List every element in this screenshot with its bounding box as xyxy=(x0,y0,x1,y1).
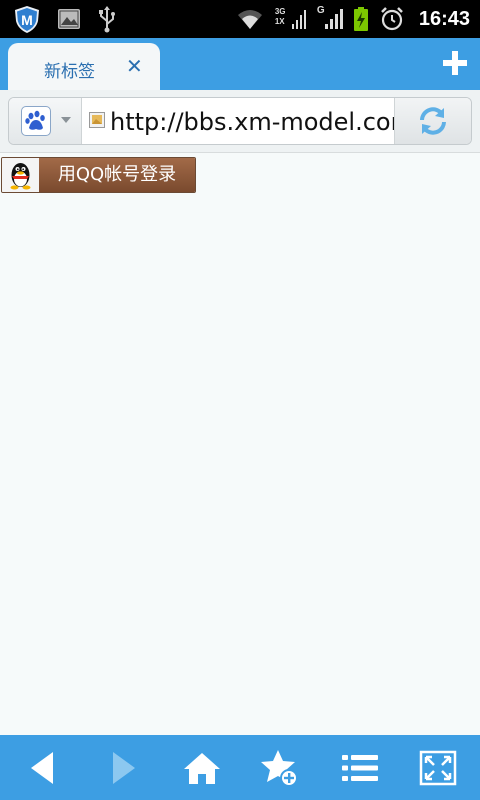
forward-arrow-icon xyxy=(113,752,135,784)
add-bookmark-button[interactable] xyxy=(258,747,302,789)
usb-icon xyxy=(96,5,118,33)
home-icon xyxy=(184,753,220,784)
close-icon[interactable]: ✕ xyxy=(126,55,143,77)
refresh-icon xyxy=(420,107,446,135)
image-icon xyxy=(56,6,82,32)
signal-3g-icon: 3G 1X xyxy=(275,6,307,32)
address-bar-area: http://bbs.xm-model.com xyxy=(0,90,480,153)
qq-penguin-icon xyxy=(2,158,39,192)
shield-m-icon: M xyxy=(12,4,42,34)
status-clock: 16:43 xyxy=(418,7,470,30)
back-button[interactable] xyxy=(20,747,64,789)
forward-button[interactable] xyxy=(102,747,146,789)
url-field[interactable]: http://bbs.xm-model.com xyxy=(110,108,397,136)
fullscreen-icon xyxy=(419,750,457,786)
site-favicon xyxy=(89,112,105,128)
baidu-paw-icon xyxy=(21,106,51,136)
plus-icon xyxy=(443,51,467,75)
bottom-toolbar xyxy=(0,735,480,800)
battery-charging-icon xyxy=(353,6,369,32)
menu-button[interactable] xyxy=(338,747,382,789)
tab-bar: 新标签 ✕ xyxy=(0,38,480,90)
new-tab-button[interactable] xyxy=(440,48,470,78)
search-engine-selector[interactable] xyxy=(9,98,82,144)
status-bar: M 3G 1X G 16:43 xyxy=(0,0,480,38)
tab-title: 新标签 xyxy=(44,62,95,82)
list-menu-icon xyxy=(342,755,378,781)
address-bar: http://bbs.xm-model.com xyxy=(8,97,472,145)
home-button[interactable] xyxy=(180,747,224,789)
back-arrow-icon xyxy=(31,752,53,784)
refresh-button[interactable] xyxy=(394,98,471,144)
tab-new-tab[interactable]: 新标签 ✕ xyxy=(8,43,160,90)
qq-login-label: 用QQ帐号登录 xyxy=(39,158,195,192)
alarm-icon xyxy=(379,6,405,32)
fullscreen-button[interactable] xyxy=(416,747,460,789)
wifi-icon xyxy=(235,7,265,31)
signal-g-icon: G xyxy=(317,6,343,32)
star-add-icon xyxy=(261,750,298,787)
qq-login-button[interactable]: 用QQ帐号登录 xyxy=(1,157,196,193)
chevron-down-icon xyxy=(61,117,71,123)
svg-text:M: M xyxy=(21,12,33,28)
